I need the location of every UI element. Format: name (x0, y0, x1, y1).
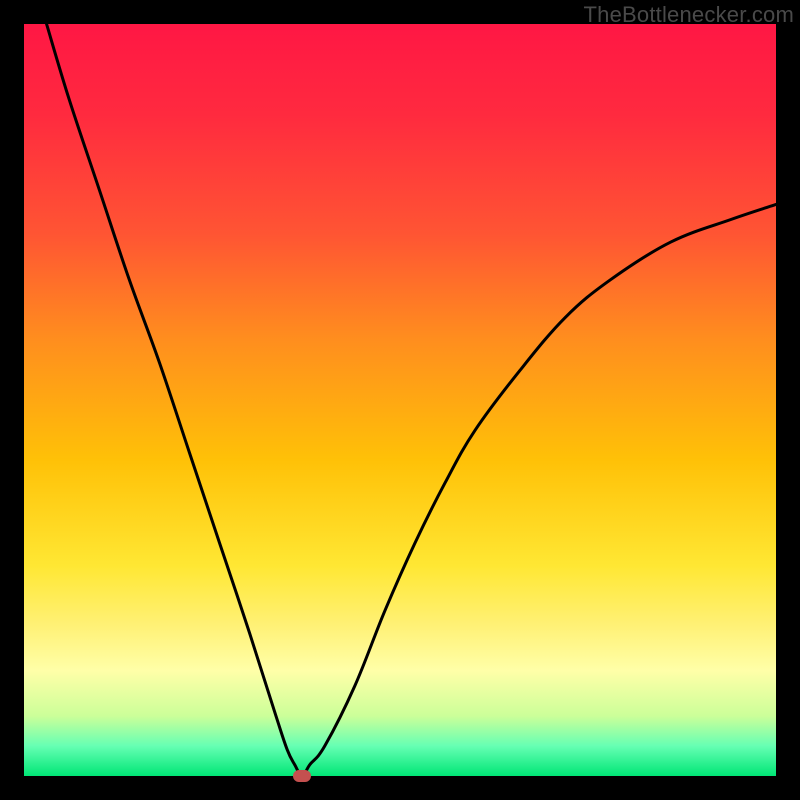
gradient-plot-area (24, 24, 776, 776)
optimal-point-marker (293, 770, 311, 782)
watermark-text: TheBottlenecker.com (584, 2, 794, 28)
